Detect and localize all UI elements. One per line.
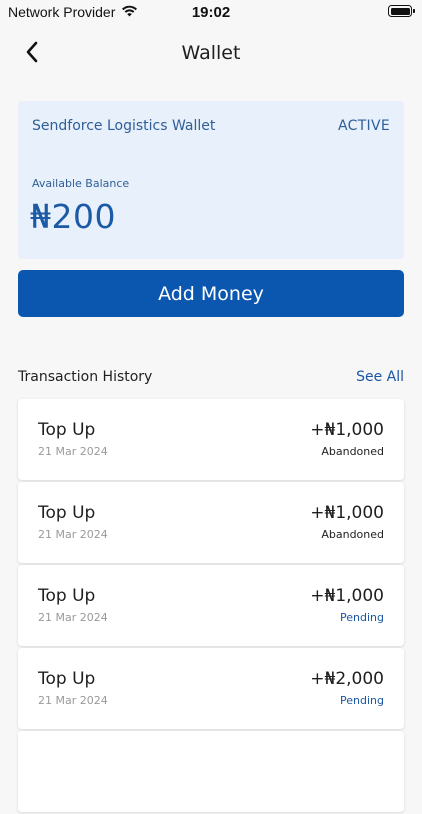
wallet-status-badge: ACTIVE [337, 118, 390, 134]
see-all-link[interactable]: See All [356, 369, 404, 385]
transaction-title: Top Up [38, 503, 96, 523]
transaction-amount: +₦1,000 [310, 586, 384, 606]
transaction-title: Top Up [38, 669, 96, 689]
transaction-amount: +₦1,000 [310, 503, 384, 523]
transaction-item[interactable]: Top Up 21 Mar 2024 +₦2,000 Pending [18, 648, 404, 729]
status-time: 19:02 [191, 4, 231, 21]
transaction-status: Pending [340, 611, 384, 624]
transaction-date: 21 Mar 2024 [38, 445, 108, 458]
transaction-list: Top Up 21 Mar 2024 +₦1,000 Abandoned Top… [18, 399, 404, 814]
transaction-item[interactable]: Top Up 21 Mar 2024 +₦1,000 Abandoned [18, 399, 404, 480]
battery-icon [388, 5, 415, 17]
status-bar: Network Provider 19:02 [0, 0, 422, 24]
page-title: Wallet [181, 42, 241, 64]
balance-value: ₦200 [30, 197, 116, 236]
balance-label: Available Balance [32, 177, 130, 190]
transaction-item[interactable]: Top Up 21 Mar 2024 +₦1,000 Abandoned [18, 482, 404, 563]
transaction-history-title: Transaction History [18, 369, 153, 385]
transaction-date: 21 Mar 2024 [38, 528, 108, 541]
transaction-amount: +₦2,000 [310, 669, 384, 689]
wallet-name: Sendforce Logistics Wallet [32, 118, 216, 134]
transaction-title: Top Up [38, 586, 96, 606]
add-money-button[interactable]: Add Money [18, 270, 404, 317]
transaction-status: Abandoned [321, 445, 384, 458]
transaction-amount: +₦1,000 [310, 420, 384, 440]
transaction-status: Pending [340, 694, 384, 707]
transaction-status: Abandoned [321, 528, 384, 541]
battery-level [390, 7, 410, 15]
wallet-card: Sendforce Logistics Wallet ACTIVE Availa… [18, 101, 404, 259]
transaction-item[interactable]: Top Up 21 Mar 2024 +₦1,000 Pending [18, 565, 404, 646]
transaction-item-partial[interactable] [18, 731, 404, 812]
transaction-date: 21 Mar 2024 [38, 694, 108, 707]
transaction-title: Top Up [38, 420, 96, 440]
transaction-date: 21 Mar 2024 [38, 611, 108, 624]
app-header: Wallet [0, 30, 422, 78]
